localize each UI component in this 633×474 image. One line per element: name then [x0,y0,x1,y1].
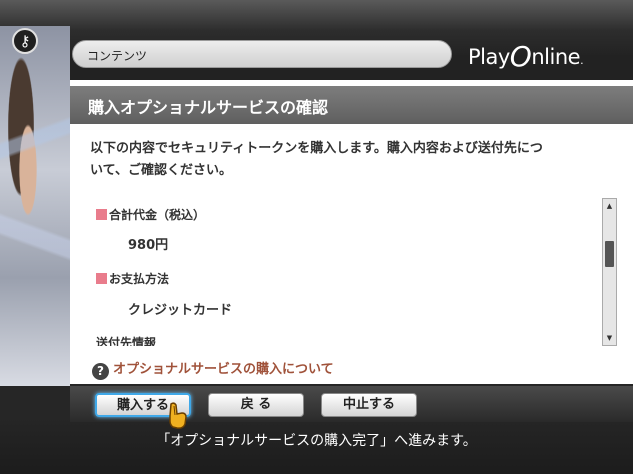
payment-heading: お支払方法 [96,270,169,287]
total-heading: 合計代金（税込） [96,206,205,223]
payment-label: お支払方法 [109,272,170,286]
help-link-label: オプショナルサービスの購入について [113,362,334,377]
total-value: 980円 [128,238,169,253]
logo-dot: . [580,54,584,67]
logo-play: Play [468,45,510,69]
question-icon: ? [92,363,109,380]
logo-nline: nline [531,45,581,69]
help-link[interactable]: ? オプショナルサービスの購入について [92,358,334,380]
intro-line-1: 以下の内容でセキュリティトークンを購入します。購入内容および送付先につ [90,141,543,156]
page-title: 購入オプショナルサービスの確認 [88,98,329,117]
character-artwork [0,26,70,386]
footer-hint: 「オプショナルサービスの購入完了」へ進みます。 [156,433,477,449]
payment-value: クレジットカード [128,303,233,318]
top-band [0,0,633,30]
playonline-logo: PlayOnline. [468,38,618,73]
pink-bullet-icon [96,209,107,220]
breadcrumb-label: コンテンツ [87,49,148,63]
page-title-bar: 購入オプショナルサービスの確認 [70,86,633,124]
scroll-up-arrow-icon[interactable]: ▲ [604,201,615,211]
scrollbar[interactable]: ▲ ▼ [602,198,617,346]
scroll-down-arrow-icon[interactable]: ▼ [604,333,615,343]
cancel-button[interactable]: 中止する [321,393,417,417]
total-label: 合計代金（税込） [109,208,206,222]
pink-bullet-icon [96,273,107,284]
logo-o: O [509,40,532,73]
breadcrumb: コンテンツ [72,40,452,68]
pointer-hand-icon [169,402,187,429]
back-button[interactable]: 戻 る [208,393,304,417]
shipping-heading-partial: 送付先情報 [96,336,157,346]
key-icon[interactable]: ⚷ [12,28,38,54]
intro-line-2: いて、ご確認ください。 [90,163,232,178]
details-scroll-area[interactable]: 合計代金（税込） 980円 お支払方法 クレジットカード 送付先情報 [86,196,596,346]
key-glyph: ⚷ [19,32,31,50]
intro-text: 以下の内容でセキュリティトークンを購入します。購入内容および送付先につ いて、ご… [90,138,620,182]
scroll-thumb[interactable] [605,241,614,267]
